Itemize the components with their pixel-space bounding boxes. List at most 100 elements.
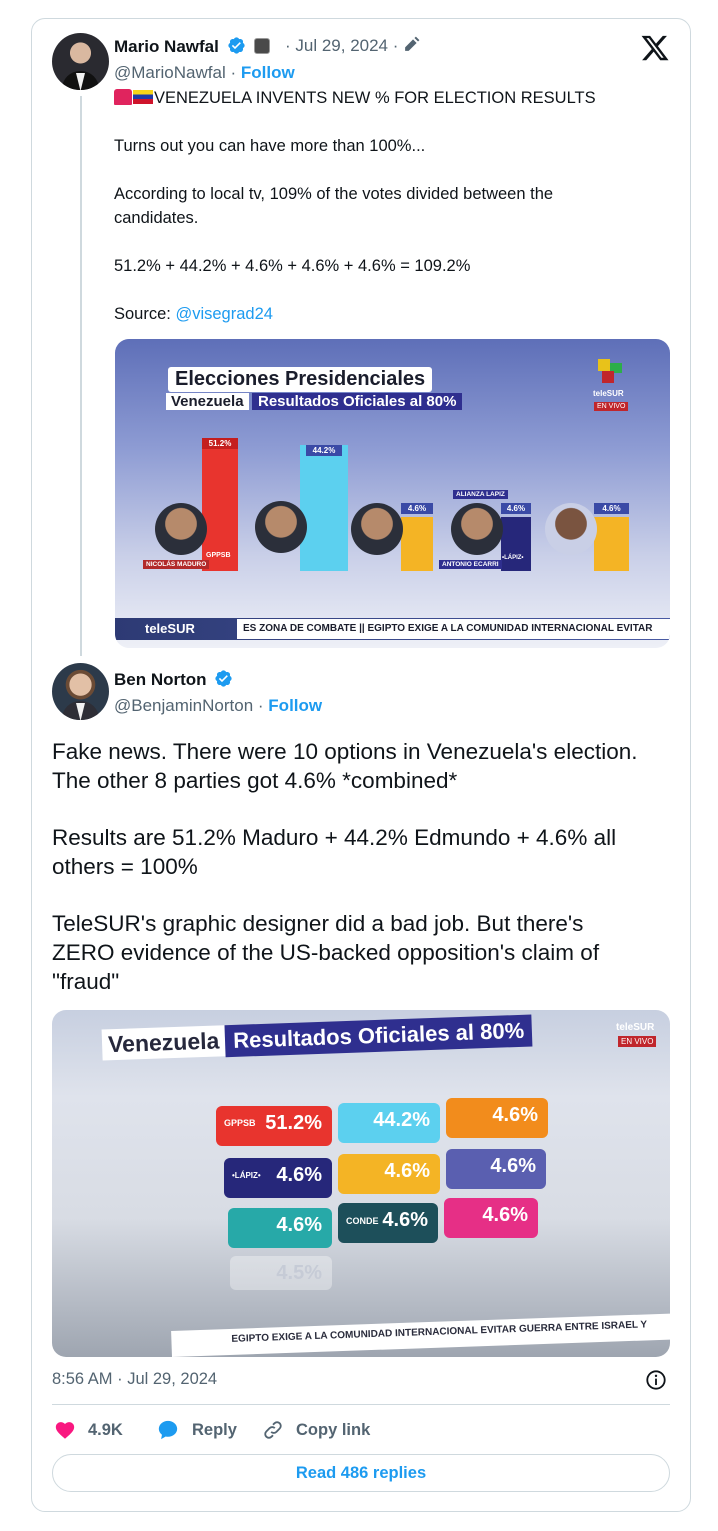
media-ticker-bar: teleSUR ES ZONA DE COMBATE || EGIPTO EXI…: [115, 618, 670, 640]
verified-badge-icon: [227, 37, 245, 54]
bar-party-1: GPPSB: [206, 552, 231, 559]
tweet-text-line-2: Turns out you can have more than 100%...: [114, 137, 426, 155]
candidate-photo-5: [545, 503, 597, 555]
bar-party-4: •LÁPIZ•: [502, 555, 524, 561]
like-count: 4.9K: [88, 1420, 123, 1439]
candidate-photo-3: [351, 503, 403, 555]
chart-bar-3: 4.6%: [401, 503, 433, 571]
bar-value-4: 4.6%: [501, 503, 531, 514]
result-tile-4: •LÁPIZ• 4.6%: [224, 1158, 332, 1198]
verified-badge-icon: [215, 670, 232, 687]
media2-header: Venezuela Resultados Oficiales al 80%: [101, 1014, 533, 1062]
result-tile-9: 4.6%: [444, 1198, 538, 1238]
handle-row-mario: @MarioNawfal · Follow: [114, 63, 295, 83]
pencil-icon: [405, 36, 420, 51]
tile-party-1: GPPSB: [224, 1118, 256, 1128]
chart-bar-4: 4.6% •LÁPIZ•: [501, 503, 531, 571]
media-subtitle-country: Venezuela: [166, 393, 249, 410]
footer-divider: [52, 1404, 670, 1405]
x-logo-icon[interactable]: [640, 33, 670, 63]
tile-value-1: 51.2%: [265, 1112, 322, 1134]
follow-button-ben[interactable]: Follow: [268, 696, 322, 715]
like-button[interactable]: 4.9K: [54, 1418, 123, 1442]
date-text: · Jul 29, 2024 ·: [285, 36, 399, 55]
candidate-photo-1: [155, 503, 207, 555]
tweet-media-image-1[interactable]: Elecciones Presidenciales Venezuela Resu…: [115, 339, 670, 648]
handle-row-ben: @BenjaminNorton · Follow: [114, 696, 322, 716]
bar-value-2: 44.2%: [306, 445, 342, 456]
read-replies-button[interactable]: Read 486 replies: [52, 1454, 670, 1492]
telesur-logo-icon: [598, 359, 622, 383]
tweet-text-line-4: candidates.: [114, 209, 199, 227]
result-tile-10: 4.5%: [230, 1256, 332, 1290]
tile-party-8: CONDE: [346, 1216, 379, 1226]
media2-network-name: teleSUR: [616, 1022, 655, 1033]
headline-text: VENEZUELA INVENTS NEW % FOR ELECTION RES…: [154, 89, 596, 107]
tile-value-7: 4.6%: [276, 1214, 322, 1236]
result-tile-8: CONDE 4.6%: [338, 1203, 438, 1243]
media-live-badge: EN VIVO: [594, 402, 629, 411]
affiliate-badge-icon: [254, 38, 271, 54]
separator: ·: [230, 63, 237, 82]
candidate-name-4: ANTONIO ECARRI: [439, 560, 502, 569]
media2-ticker-bar: EGIPTO EXIGE A LA COMUNIDAD INTERNACIONA…: [171, 1312, 670, 1357]
tweet-media-image-2[interactable]: Venezuela Resultados Oficiales al 80% tel…: [52, 1010, 670, 1357]
author-name-text: Mario Nawfal: [114, 37, 219, 56]
chart-bar-5: 4.6%: [594, 503, 629, 571]
candidate-photo-2: [255, 501, 307, 553]
copy-link-button[interactable]: Copy link: [262, 1418, 370, 1442]
info-icon[interactable]: [645, 1369, 667, 1391]
tile-value-6: 4.6%: [490, 1155, 536, 1177]
tile-value-9: 4.6%: [482, 1204, 528, 1226]
main-text-line-2: The other 8 parties got 4.6% *combined*: [52, 768, 458, 793]
source-mention-link[interactable]: @visegrad24: [175, 305, 272, 323]
candidate-photo-4: [451, 503, 503, 555]
media2-country: Venezuela: [101, 1025, 226, 1061]
handle-text[interactable]: @MarioNawfal: [114, 63, 226, 82]
copy-link-label: Copy link: [296, 1420, 371, 1439]
main-text-line-5: TeleSUR's graphic designer did a bad job…: [52, 911, 584, 936]
thread-connector-line: [80, 96, 82, 656]
result-tile-5: 4.6%: [338, 1154, 440, 1194]
handle-text[interactable]: @BenjaminNorton: [114, 696, 253, 715]
tweet-text-line-5: 51.2% + 44.2% + 4.6% + 4.6% + 4.6% = 109…: [114, 257, 471, 275]
reply-button[interactable]: Reply: [156, 1418, 237, 1442]
main-text-line-4: others = 100%: [52, 854, 198, 879]
bar-value-5: 4.6%: [594, 503, 629, 514]
ticker-brand: teleSUR: [145, 621, 195, 636]
result-tile-6: 4.6%: [446, 1149, 546, 1189]
tile-value-4: 4.6%: [276, 1164, 322, 1186]
main-text-line-3: Results are 51.2% Maduro + 44.2% Edmundo…: [52, 825, 617, 850]
quoted-tweet-date[interactable]: · Jul 29, 2024 ·: [285, 36, 420, 56]
media2-ticker-text: EGIPTO EXIGE A LA COMUNIDAD INTERNACIONA…: [231, 1319, 648, 1345]
tile-value-10: 4.5%: [276, 1262, 322, 1284]
result-tile-3: 4.6%: [446, 1098, 548, 1138]
media2-live-badge: EN VIVO: [618, 1036, 657, 1047]
tile-value-5: 4.6%: [384, 1160, 430, 1182]
main-text-line-7: "fraud": [52, 969, 120, 994]
tweet-text-line-3: According to local tv, 109% of the votes…: [114, 185, 554, 203]
result-tile-2: 44.2%: [338, 1103, 440, 1143]
heart-icon: [55, 1422, 75, 1439]
follow-button-mario[interactable]: Follow: [241, 63, 295, 82]
candidate-name-1: NICOLÁS MADURO: [143, 560, 210, 569]
author-name-ben[interactable]: Ben Norton: [114, 669, 233, 690]
ticker-text: ES ZONA DE COMBATE || EGIPTO EXIGE A LA …: [237, 619, 670, 639]
media-subtitle-results: Resultados Oficiales al 80%: [252, 393, 463, 410]
main-text-line-6: ZERO evidence of the US-backed oppositio…: [52, 940, 600, 965]
avatar-mario-nawfal[interactable]: [52, 33, 109, 90]
bar-value-1: 51.2%: [202, 438, 238, 449]
tile-value-8: 4.6%: [382, 1209, 428, 1231]
chart-bar-1: 51.2% GPPSB: [202, 438, 238, 571]
avatar-ben-norton[interactable]: [52, 663, 109, 720]
tweet-timestamp[interactable]: 8:56 AM · Jul 29, 2024: [52, 1370, 217, 1389]
tweet-text-line-1: VENEZUELA INVENTS NEW % FOR ELECTION RES…: [114, 86, 596, 110]
candidate-party-4: ALIANZA LAPIZ: [453, 490, 508, 499]
reply-bubble-icon: [158, 1420, 178, 1440]
tweet-text-line-6: Source: @visegrad24: [114, 302, 273, 326]
tile-value-2: 44.2%: [373, 1109, 430, 1131]
media-network-name: teleSUR: [593, 389, 624, 398]
author-name-mario[interactable]: Mario Nawfal: [114, 36, 271, 57]
media2-results: Resultados Oficiales al 80%: [224, 1014, 533, 1058]
bar-value-3: 4.6%: [401, 503, 433, 514]
